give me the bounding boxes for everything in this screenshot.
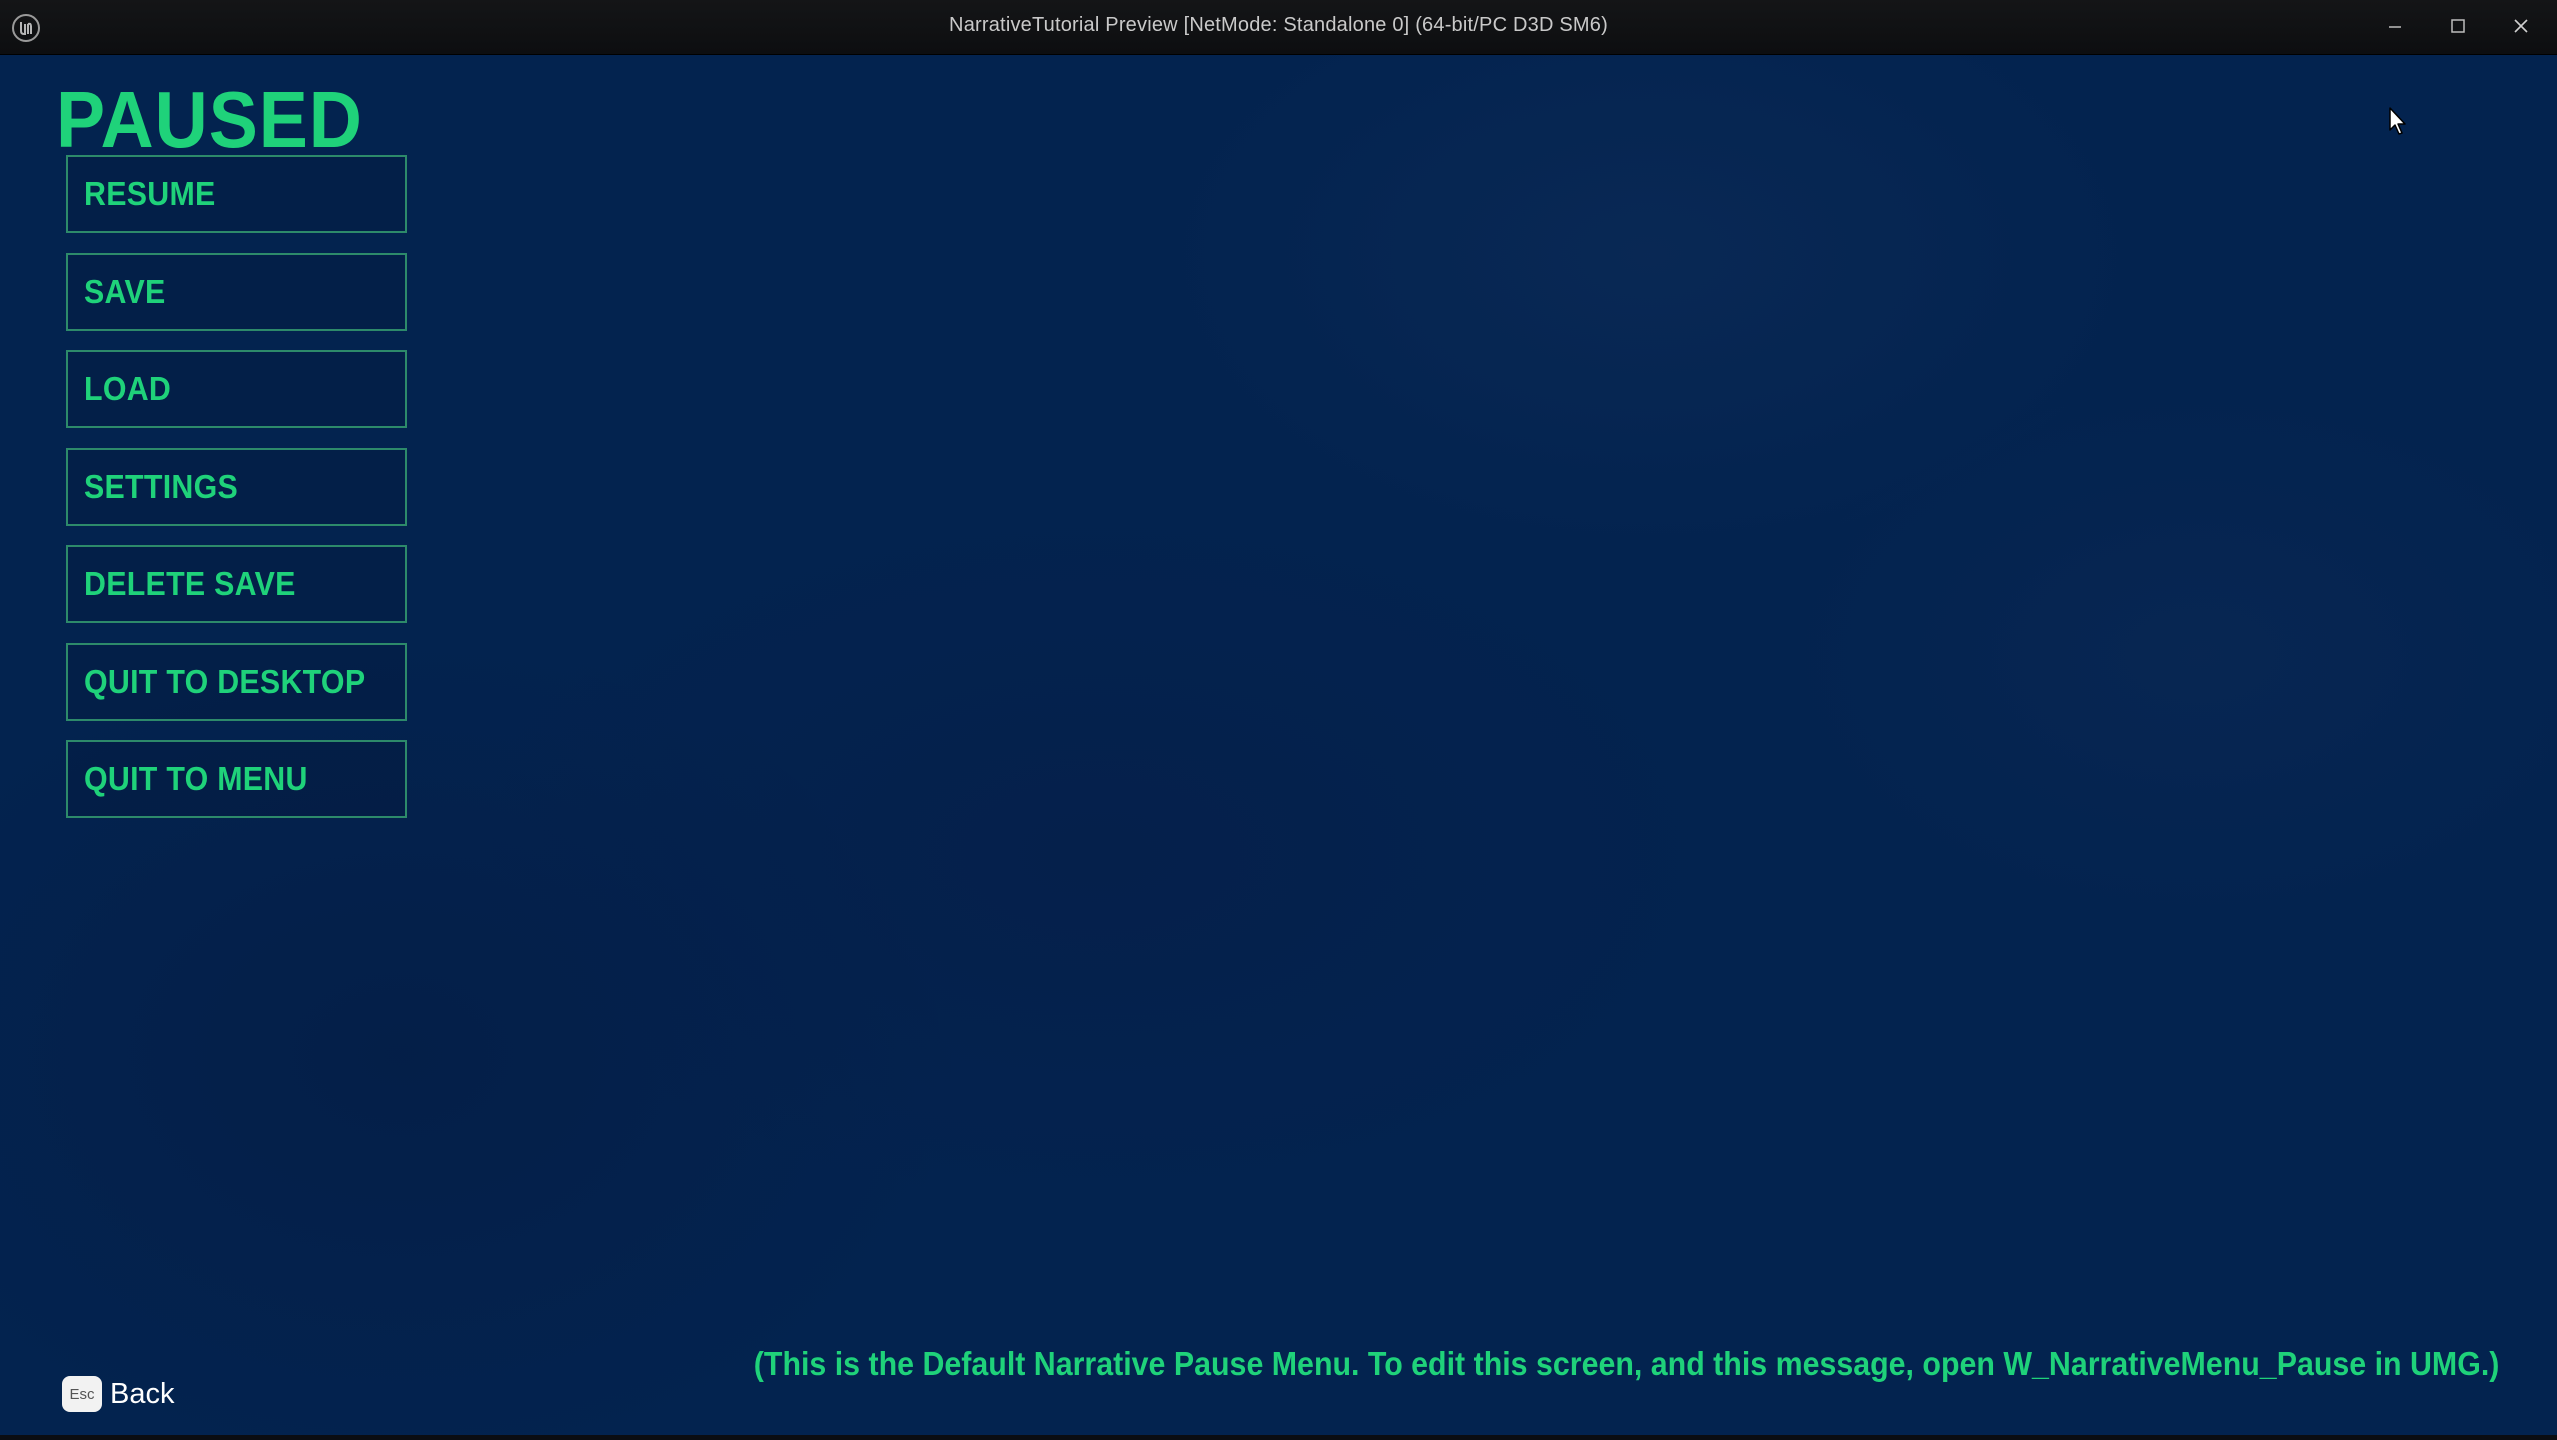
window-title: NarrativeTutorial Preview [NetMode: Stan…: [949, 14, 1608, 36]
maximize-icon: [2448, 16, 2468, 36]
maximize-button[interactable]: [2430, 6, 2486, 46]
title-bar[interactable]: NarrativeTutorial Preview [NetMode: Stan…: [0, 0, 2557, 55]
resume-button[interactable]: RESUME: [66, 155, 407, 233]
settings-button[interactable]: SETTINGS: [66, 447, 407, 526]
back-label: Back: [110, 1378, 175, 1410]
save-button[interactable]: SAVE: [66, 252, 407, 331]
resume-button-label: RESUME: [84, 175, 216, 212]
back-hint[interactable]: Esc Back: [62, 1376, 174, 1412]
close-button[interactable]: [2493, 6, 2549, 46]
default-menu-note: (This is the Default Narrative Pause Men…: [753, 1345, 2499, 1382]
quit-to-menu-button[interactable]: QUIT TO MENU: [66, 740, 407, 818]
quit-to-desktop-button-label: QUIT TO DESKTOP: [84, 662, 366, 700]
mouse-cursor-icon: [2388, 106, 2410, 138]
minimize-button[interactable]: [2367, 6, 2423, 46]
save-button-label: SAVE: [84, 272, 166, 310]
delete-save-button-label: DELETE SAVE: [84, 565, 296, 602]
delete-save-button[interactable]: DELETE SAVE: [66, 545, 407, 623]
minimize-icon: [2385, 16, 2405, 36]
load-button[interactable]: LOAD: [66, 350, 407, 428]
pause-menu: RESUME SAVE LOAD SETTINGS DELETE SAVE QU…: [66, 155, 407, 838]
settings-button-label: SETTINGS: [84, 467, 239, 505]
esc-key-icon: Esc: [62, 1376, 102, 1412]
quit-to-desktop-button[interactable]: QUIT TO DESKTOP: [66, 642, 407, 721]
load-button-label: LOAD: [84, 370, 172, 407]
game-window: NarrativeTutorial Preview [NetMode: Stan…: [0, 0, 2557, 1440]
window-bottom-edge: [0, 1435, 2557, 1440]
quit-to-menu-button-label: QUIT TO MENU: [84, 760, 308, 797]
close-icon: [2511, 16, 2531, 36]
